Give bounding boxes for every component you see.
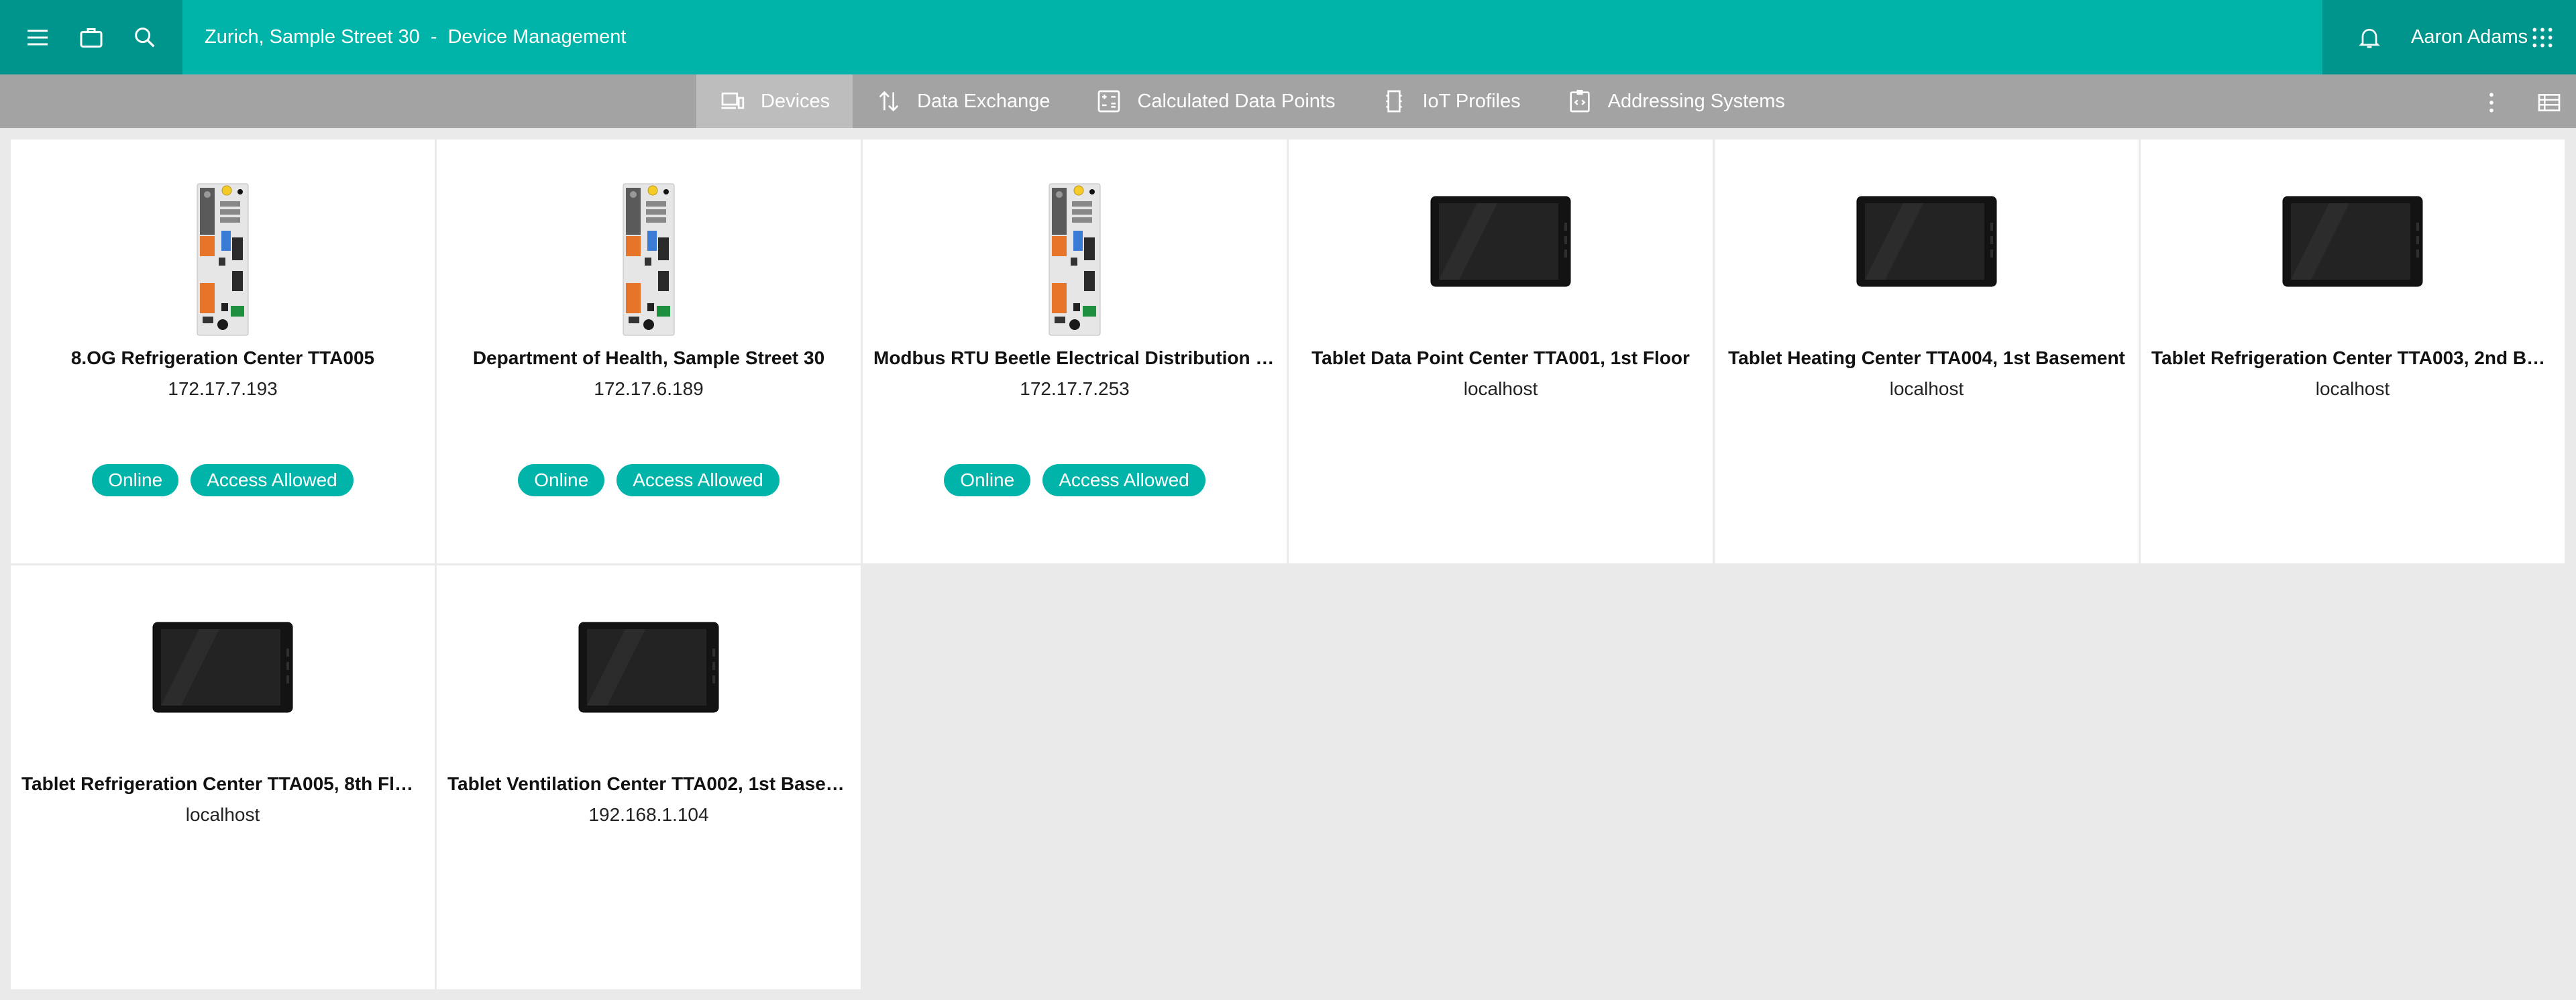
tab-label: IoT Profiles	[1422, 90, 1521, 112]
breadcrumb-separator: -	[430, 26, 437, 48]
tab-list: Devices Data Exchange Calculated Data Po…	[696, 74, 1808, 128]
tablet-device-icon	[578, 608, 719, 763]
device-card[interactable]: 8.OG Refrigeration Center TTA005 172.17.…	[11, 140, 435, 563]
status-badge: Online	[944, 464, 1031, 496]
breadcrumb: Zurich, Sample Street 30 - Device Manage…	[205, 26, 626, 48]
status-badge: Online	[92, 464, 179, 496]
devices-icon	[721, 93, 745, 109]
device-address: localhost	[2315, 378, 2390, 399]
device-name: 8.OG Refrigeration Center TTA005	[70, 347, 375, 368]
iot-profile-icon	[1386, 90, 1403, 113]
tabbar-actions	[2477, 88, 2564, 117]
device-address: localhost	[185, 804, 260, 825]
device-address: 172.17.6.189	[594, 378, 704, 399]
device-card[interactable]: Tablet Data Point Center TTA001, 1st Flo…	[1289, 140, 1713, 563]
tab-calculated-data-points[interactable]: Calculated Data Points	[1073, 74, 1358, 128]
tab-label: Addressing Systems	[1607, 90, 1785, 112]
tablet-device-icon	[1856, 182, 1997, 337]
topbar-right-tools: Aaron Adams	[2322, 0, 2576, 74]
device-card[interactable]: Tablet Ventilation Center TTA002, 1st Ba…	[437, 565, 861, 989]
tablet-device-icon	[2282, 182, 2423, 337]
access-badge: Access Allowed	[1042, 464, 1205, 496]
access-badge: Access Allowed	[616, 464, 780, 496]
addressing-icon	[1569, 90, 1590, 113]
status-badge: Online	[518, 464, 605, 496]
device-badges: Online Access Allowed	[518, 464, 780, 496]
device-card[interactable]: Department of Health, Sample Street 30 1…	[437, 140, 861, 563]
breadcrumb-location[interactable]: Zurich, Sample Street 30	[205, 26, 420, 48]
top-app-bar: Zurich, Sample Street 30 - Device Manage…	[0, 0, 2576, 74]
apps-grid-icon[interactable]	[2528, 23, 2557, 52]
device-address: localhost	[1889, 378, 1964, 399]
calculator-icon	[1098, 90, 1120, 113]
tab-label: Data Exchange	[917, 90, 1051, 112]
briefcase-icon[interactable]	[76, 23, 106, 52]
more-vertical-icon[interactable]	[2477, 88, 2506, 117]
tab-bar: Devices Data Exchange Calculated Data Po…	[0, 74, 2576, 128]
access-badge: Access Allowed	[191, 464, 354, 496]
bell-icon[interactable]	[2355, 23, 2384, 52]
user-name[interactable]: Aaron Adams	[2411, 26, 2528, 48]
tab-data-exchange[interactable]: Data Exchange	[853, 74, 1073, 128]
device-address: 172.17.7.193	[168, 378, 278, 399]
device-badges: Online Access Allowed	[944, 464, 1205, 496]
device-name: Department of Health, Sample Street 30	[472, 347, 825, 368]
controller-device-icon	[622, 182, 676, 337]
device-name: Tablet Data Point Center TTA001, 1st Flo…	[1311, 347, 1690, 368]
tab-iot-profiles[interactable]: IoT Profiles	[1358, 74, 1543, 128]
topbar-left-tools	[0, 0, 182, 74]
tab-label: Devices	[761, 90, 830, 112]
device-name: Tablet Refrigeration Center TTA005, 8th …	[21, 773, 424, 794]
tablet-device-icon	[1430, 182, 1571, 337]
controller-device-icon	[1048, 182, 1102, 337]
tab-devices[interactable]: Devices	[696, 74, 853, 128]
device-card[interactable]: Tablet Refrigeration Center TTA003, 2nd …	[2141, 140, 2565, 563]
controller-device-icon	[196, 182, 250, 337]
tab-label: Calculated Data Points	[1137, 90, 1336, 112]
device-card[interactable]: Tablet Refrigeration Center TTA005, 8th …	[11, 565, 435, 989]
device-name: Modbus RTU Beetle Electrical Distributio…	[873, 347, 1276, 368]
list-view-icon[interactable]	[2534, 88, 2564, 117]
data-exchange-icon	[879, 91, 899, 112]
device-name: Tablet Ventilation Center TTA002, 1st Ba…	[447, 773, 850, 794]
tablet-device-icon	[152, 608, 293, 763]
device-card[interactable]: Tablet Heating Center TTA004, 1st Baseme…	[1715, 140, 2139, 563]
tab-addressing-systems[interactable]: Addressing Systems	[1544, 74, 1808, 128]
device-name: Tablet Heating Center TTA004, 1st Baseme…	[1728, 347, 2125, 368]
device-card[interactable]: Modbus RTU Beetle Electrical Distributio…	[863, 140, 1287, 563]
breadcrumb-module: Device Management	[447, 26, 627, 48]
menu-icon[interactable]	[23, 23, 52, 52]
device-address: localhost	[1463, 378, 1538, 399]
device-address: 172.17.7.253	[1020, 378, 1130, 399]
search-icon[interactable]	[130, 23, 160, 52]
device-address: 192.168.1.104	[588, 804, 709, 825]
device-badges: Online Access Allowed	[92, 464, 354, 496]
device-name: Tablet Refrigeration Center TTA003, 2nd …	[2151, 347, 2554, 368]
